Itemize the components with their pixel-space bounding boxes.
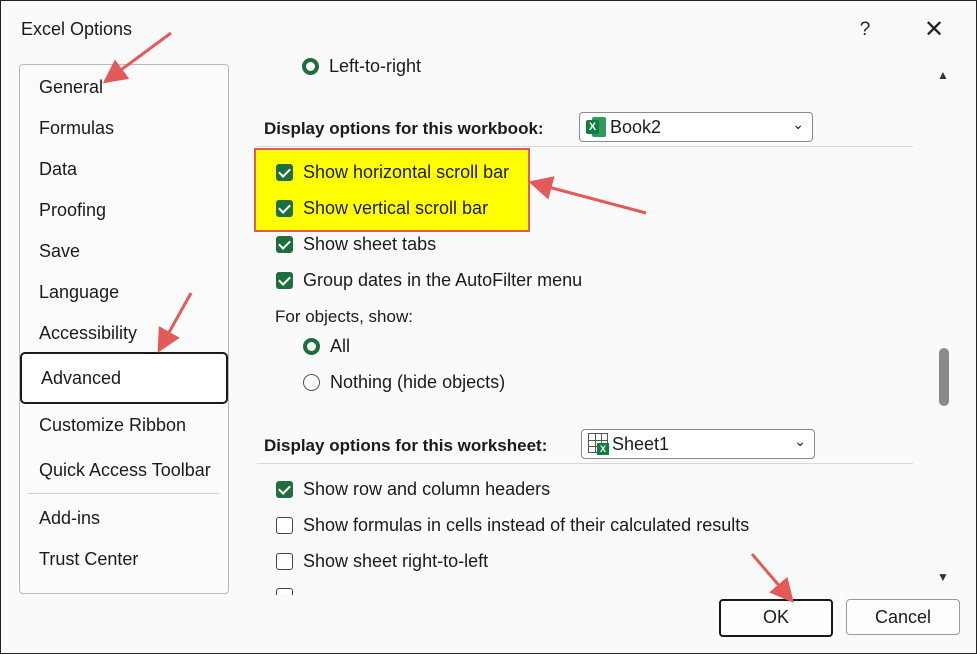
sidebar-item-quick-access-toolbar[interactable]: Quick Access Toolbar — [20, 452, 228, 488]
cancel-button[interactable]: Cancel — [846, 599, 960, 635]
show-row-column-headers-label: Show row and column headers — [303, 479, 551, 499]
ok-button[interactable]: OK — [719, 599, 833, 637]
show-sheet-right-to-left-label: Show sheet right-to-left — [303, 551, 489, 571]
show-vertical-scroll-bar-label: Show vertical scroll bar — [303, 198, 489, 218]
worksheet-select-value: Sheet1 — [612, 433, 670, 454]
group-dates-label: Group dates in the AutoFilter menu — [303, 270, 583, 290]
excel-workbook-icon: X — [586, 116, 606, 138]
left-to-right-label: Left-to-right — [329, 56, 422, 76]
close-button[interactable]: ✕ — [919, 15, 949, 45]
show-vertical-scroll-bar-checkbox[interactable] — [276, 200, 293, 217]
show-formulas-checkbox[interactable] — [276, 517, 293, 534]
chevron-down-icon: ⌄ — [792, 116, 804, 132]
objects-all-radio[interactable] — [303, 338, 320, 355]
objects-all-option[interactable]: All — [303, 336, 350, 357]
workbook-section-label: Display options for this workbook: — [264, 119, 544, 138]
sidebar-item-general[interactable]: General — [20, 69, 228, 105]
left-to-right-radio[interactable] — [302, 58, 319, 75]
option-show-row-column-headers[interactable]: Show row and column headers — [276, 479, 550, 500]
show-horizontal-scroll-bar-label: Show horizontal scroll bar — [303, 162, 510, 182]
chevron-down-icon: ⌄ — [794, 433, 806, 449]
sidebar-item-add-ins[interactable]: Add-ins — [20, 500, 228, 536]
objects-nothing-option[interactable]: Nothing (hide objects) — [303, 372, 505, 393]
option-show-sheet-right-to-left[interactable]: Show sheet right-to-left — [276, 551, 488, 572]
scrollbar-thumb[interactable] — [939, 348, 949, 406]
option-show-sheet-tabs[interactable]: Show sheet tabs — [276, 234, 436, 255]
vertical-scrollbar[interactable]: ▲ ▼ — [934, 64, 954, 586]
show-sheet-tabs-checkbox[interactable] — [276, 236, 293, 253]
option-show-horizontal-scroll-bar[interactable]: Show horizontal scroll bar — [276, 162, 509, 183]
scroll-up-arrow-icon[interactable]: ▲ — [937, 68, 949, 82]
sidebar-item-accessibility[interactable]: Accessibility — [20, 315, 228, 351]
cut-off-checkbox[interactable] — [276, 588, 293, 595]
sidebar-item-save[interactable]: Save — [20, 233, 228, 269]
sidebar-item-proofing[interactable]: Proofing — [20, 192, 228, 228]
show-horizontal-scroll-bar-checkbox[interactable] — [276, 164, 293, 181]
section-divider — [257, 146, 913, 147]
left-to-right-option[interactable]: Left-to-right — [302, 56, 421, 77]
option-show-vertical-scroll-bar[interactable]: Show vertical scroll bar — [276, 198, 488, 219]
scroll-down-arrow-icon[interactable]: ▼ — [937, 570, 949, 584]
sidebar-item-trust-center[interactable]: Trust Center — [20, 541, 228, 577]
sidebar-item-advanced[interactable]: Advanced — [20, 352, 228, 404]
show-row-column-headers-checkbox[interactable] — [276, 481, 293, 498]
objects-show-label: For objects, show: — [275, 307, 413, 326]
worksheet-section-label: Display options for this worksheet: — [264, 436, 548, 455]
objects-all-label: All — [330, 336, 351, 356]
sidebar: General Formulas Data Proofing Save Lang… — [19, 64, 229, 594]
workbook-select[interactable]: X Book2 ⌄ — [579, 112, 813, 142]
sidebar-item-customize-ribbon[interactable]: Customize Ribbon — [20, 407, 228, 443]
help-button[interactable]: ? — [853, 15, 877, 45]
group-dates-checkbox[interactable] — [276, 272, 293, 289]
show-sheet-tabs-label: Show sheet tabs — [303, 234, 437, 254]
sidebar-divider — [28, 493, 219, 494]
option-group-dates[interactable]: Group dates in the AutoFilter menu — [276, 270, 582, 291]
show-sheet-right-to-left-checkbox[interactable] — [276, 553, 293, 570]
sheet-icon: X — [588, 433, 610, 455]
dialog-title: Excel Options — [21, 19, 133, 39]
workbook-select-value: Book2 — [610, 116, 662, 137]
section-divider — [257, 463, 913, 464]
option-cut-off[interactable] — [276, 588, 303, 595]
sidebar-item-formulas[interactable]: Formulas — [20, 110, 228, 146]
sidebar-item-data[interactable]: Data — [20, 151, 228, 187]
objects-nothing-label: Nothing (hide objects) — [330, 372, 506, 392]
worksheet-select[interactable]: X Sheet1 ⌄ — [581, 429, 815, 459]
sidebar-item-language[interactable]: Language — [20, 274, 228, 310]
advanced-options-panel: Left-to-right Display options for this w… — [240, 50, 930, 595]
objects-nothing-radio[interactable] — [303, 374, 320, 391]
show-formulas-label: Show formulas in cells instead of their … — [303, 515, 750, 535]
option-show-formulas[interactable]: Show formulas in cells instead of their … — [276, 515, 749, 536]
